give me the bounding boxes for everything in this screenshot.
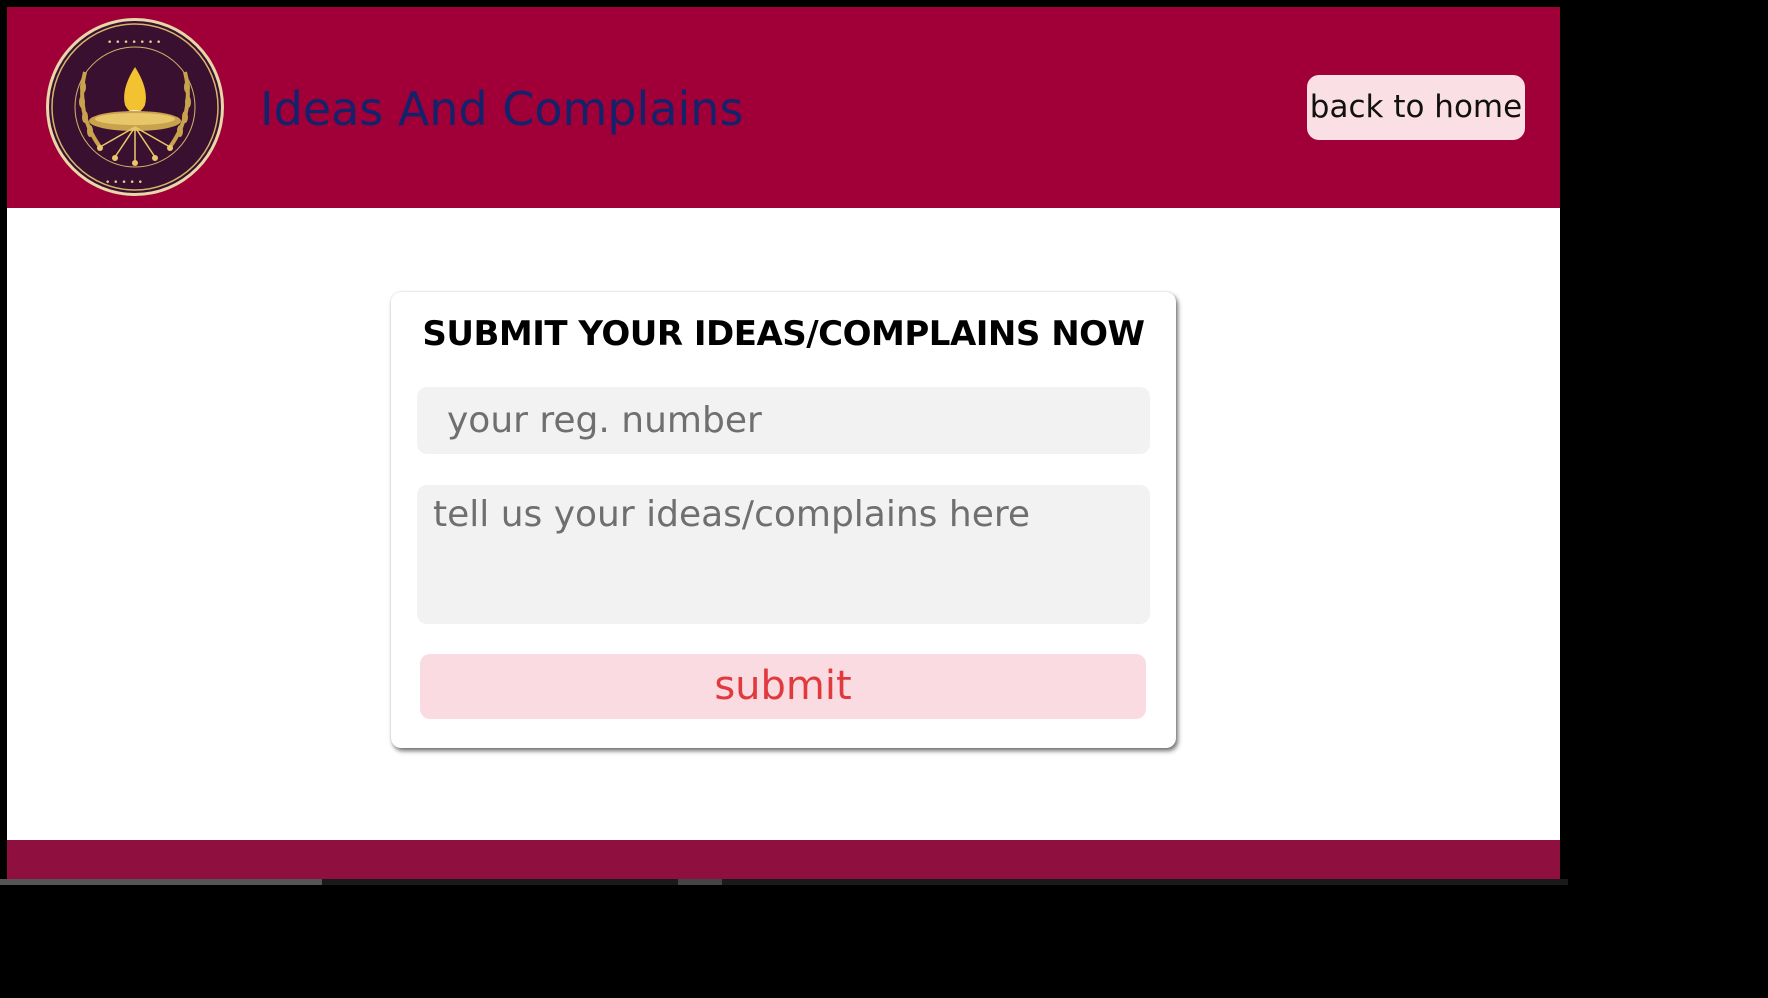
- svg-text:• • • • • • •: • • • • • • •: [107, 38, 161, 48]
- taskbar-segment: [678, 879, 722, 885]
- taskbar-strip: [0, 879, 1568, 885]
- ideas-complains-textarea[interactable]: [417, 485, 1150, 624]
- footer-bar: [7, 840, 1560, 882]
- reg-number-input[interactable]: [417, 387, 1150, 454]
- back-to-home-button[interactable]: back to home: [1307, 75, 1525, 140]
- form-heading: SUBMIT YOUR IDEAS/COMPLAINS NOW: [422, 314, 1145, 354]
- submit-button[interactable]: submit: [420, 654, 1146, 719]
- feedback-form-card: SUBMIT YOUR IDEAS/COMPLAINS NOW submit: [391, 292, 1176, 748]
- page-title: Ideas And Complains: [260, 82, 744, 136]
- taskbar-segment: [0, 879, 322, 885]
- top-header: • • • • • • • • • • • • Ideas And Compla…: [7, 7, 1560, 208]
- university-seal-logo: • • • • • • • • • • • •: [46, 18, 224, 196]
- page: • • • • • • • • • • • • Ideas And Compla…: [7, 7, 1560, 882]
- svg-text:• • • • •: • • • • •: [105, 178, 143, 188]
